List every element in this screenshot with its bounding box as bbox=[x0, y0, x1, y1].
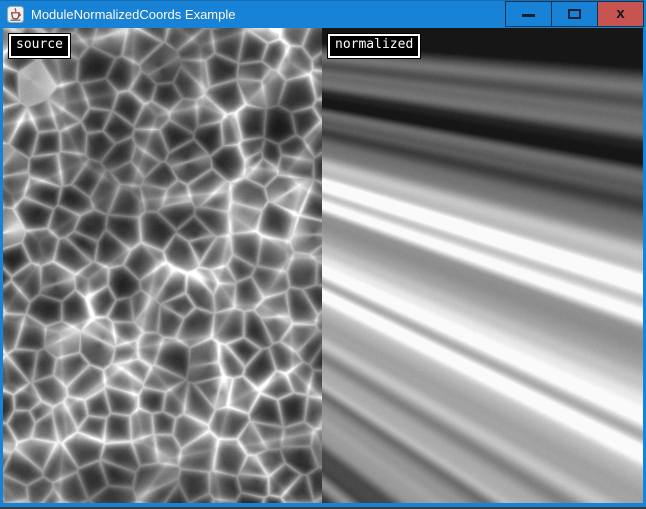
maximize-icon bbox=[568, 9, 581, 19]
minimize-icon bbox=[522, 14, 535, 17]
titlebar[interactable]: ModuleNormalizedCoords Example x bbox=[0, 0, 646, 28]
minimize-button[interactable] bbox=[505, 1, 552, 27]
window-controls: x bbox=[506, 1, 644, 27]
normalized-image bbox=[322, 28, 643, 503]
app-window: ModuleNormalizedCoords Example x source … bbox=[0, 0, 646, 509]
window-title: ModuleNormalizedCoords Example bbox=[31, 7, 235, 22]
normalized-panel: normalized bbox=[322, 28, 643, 503]
source-label: source bbox=[9, 34, 70, 58]
java-coffee-cup-icon bbox=[7, 6, 24, 23]
source-image bbox=[3, 28, 322, 503]
content-area: source normalized bbox=[3, 28, 643, 503]
maximize-button[interactable] bbox=[551, 1, 598, 27]
normalized-label: normalized bbox=[328, 34, 420, 58]
close-icon: x bbox=[616, 6, 624, 21]
source-panel: source bbox=[3, 28, 322, 503]
close-button[interactable]: x bbox=[597, 1, 644, 27]
